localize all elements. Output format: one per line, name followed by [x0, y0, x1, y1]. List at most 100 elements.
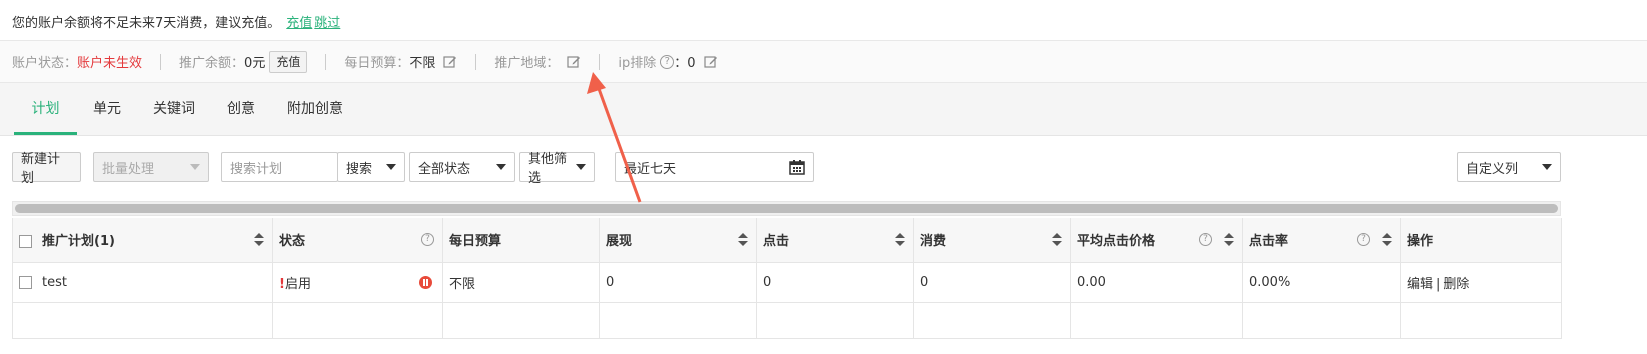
search-button[interactable]: 搜索	[337, 152, 405, 182]
status-filter-label: 全部状态	[418, 161, 471, 177]
sort-icon[interactable]	[1052, 233, 1062, 247]
batch-select[interactable]: 批量处理	[93, 152, 209, 182]
recharge-button[interactable]: 充值	[269, 50, 308, 73]
region-label: 推广地域：	[494, 56, 560, 71]
col-ctr[interactable]: 点击率?	[1242, 218, 1401, 263]
empty-cell	[1400, 302, 1562, 339]
divider	[599, 53, 601, 70]
col-avg-cpc[interactable]: 平均点击价格?	[1070, 218, 1243, 263]
col-clicks-label: 点击	[763, 234, 790, 250]
account-status-value: 账户未生效	[77, 56, 143, 71]
promo-region: 推广地域：	[494, 52, 581, 71]
chevron-down-icon	[576, 164, 586, 170]
chevron-down-icon	[386, 164, 396, 170]
divider	[160, 53, 162, 70]
cell-ctr: 0.00%	[1242, 262, 1401, 303]
chevron-down-icon	[190, 164, 200, 170]
tab-unit[interactable]: 单元	[77, 83, 137, 135]
account-status-label: 账户状态：	[12, 56, 78, 71]
chevron-down-icon	[1542, 164, 1552, 170]
toolbar: 新建计划 批量处理 搜索计划 搜索 全部状态 其他筛选 最近七天 自定义列	[12, 152, 1647, 186]
sort-icon[interactable]	[738, 233, 748, 247]
pause-icon[interactable]	[419, 275, 432, 289]
action-separator: |	[1436, 276, 1441, 292]
cell-clicks: 0	[756, 262, 914, 303]
status-filter-select[interactable]: 全部状态	[409, 152, 515, 182]
notice-text: 您的账户余额将不足未来7天消费，建议充值。	[12, 16, 281, 31]
account-status-bar: 账户状态： 账户未生效 推广余额： 0元 充值 每日预算： 不限 推广地域： i…	[0, 41, 1647, 83]
tab-extra-creative[interactable]: 附加创意	[271, 83, 359, 135]
empty-cell	[1242, 302, 1401, 339]
help-icon[interactable]: ?	[660, 54, 675, 69]
help-icon[interactable]: ?	[1357, 233, 1370, 246]
edit-ip-icon[interactable]	[703, 55, 718, 69]
edit-region-icon[interactable]	[567, 55, 581, 69]
empty-cell	[1070, 302, 1243, 339]
col-cost-label: 消费	[920, 234, 947, 250]
ip-label: ip排除	[618, 56, 657, 71]
batch-label: 批量处理	[102, 161, 155, 177]
edit-budget-icon[interactable]	[443, 55, 457, 69]
custom-columns-select[interactable]: 自定义列	[1457, 152, 1561, 182]
empty-cell	[756, 302, 914, 339]
col-plan[interactable]: 推广计划(1)	[12, 218, 273, 263]
date-range-picker[interactable]: 最近七天	[615, 152, 814, 182]
col-status-label: 状态	[279, 234, 306, 250]
cell-budget: 不限	[442, 262, 600, 303]
col-impressions[interactable]: 展现	[599, 218, 757, 263]
delete-link[interactable]: 删除	[1443, 277, 1469, 292]
tab-plan[interactable]: 计划	[14, 83, 77, 135]
help-icon[interactable]: ?	[1199, 233, 1212, 246]
ip-exclusion: ip排除 ? ：0	[618, 52, 717, 71]
sort-icon[interactable]	[895, 233, 905, 247]
cell-cost: 0	[913, 262, 1071, 303]
sort-icon[interactable]	[1382, 233, 1392, 247]
empty-cell	[442, 302, 600, 339]
notice-recharge-link[interactable]: 充值	[286, 16, 312, 31]
budget-value: 不限	[409, 56, 436, 71]
cell-status: !启用	[272, 262, 443, 303]
other-filter-select[interactable]: 其他筛选	[519, 152, 595, 186]
sort-icon[interactable]	[254, 233, 264, 247]
custom-columns-label: 自定义列	[1466, 161, 1519, 177]
tab-keyword[interactable]: 关键词	[137, 83, 211, 135]
main-tabs: 计划 单元 关键词 创意 附加创意	[0, 83, 1647, 136]
help-icon[interactable]: ?	[421, 233, 434, 246]
col-avg-cpc-label: 平均点击价格	[1077, 234, 1156, 250]
calendar-icon	[789, 160, 805, 175]
balance-notice: 您的账户余额将不足未来7天消费，建议充值。 充值 跳过	[0, 0, 1647, 41]
col-status: 状态?	[272, 218, 443, 263]
row-checkbox[interactable]	[19, 275, 32, 289]
col-clicks[interactable]: 点击	[756, 218, 914, 263]
table-header-row: 推广计划(1) 状态? 每日预算 展现 点击 消费 平均点击价格? 点击率? 操…	[12, 218, 1562, 263]
col-impressions-label: 展现	[606, 234, 633, 250]
sort-icon[interactable]	[1224, 233, 1234, 247]
search-input[interactable]: 搜索计划	[221, 152, 338, 182]
notice-skip-link[interactable]: 跳过	[314, 16, 340, 31]
col-budget: 每日预算	[442, 218, 600, 263]
plan-name[interactable]: test	[42, 275, 67, 290]
promo-balance: 推广余额： 0元 充值	[179, 50, 308, 73]
empty-cell	[12, 302, 273, 339]
divider	[475, 53, 477, 70]
col-cost[interactable]: 消费	[913, 218, 1071, 263]
date-range-label: 最近七天	[624, 161, 677, 177]
col-actions: 操作	[1400, 218, 1562, 263]
table-row: test !启用 不限 0 0 0 0.00 0.00% 编辑 | 删除	[12, 262, 1562, 303]
edit-link[interactable]: 编辑	[1407, 277, 1433, 292]
search-button-label: 搜索	[346, 161, 373, 177]
empty-cell	[272, 302, 443, 339]
select-all-checkbox[interactable]	[19, 235, 32, 249]
balance-value: 0元	[244, 56, 266, 71]
table-row-empty	[12, 302, 1562, 339]
horizontal-scrollbar[interactable]	[12, 201, 1561, 216]
empty-cell	[599, 302, 757, 339]
status-text: 启用	[284, 276, 311, 292]
scrollbar-thumb[interactable]	[15, 204, 1558, 213]
cell-impressions: 0	[599, 262, 757, 303]
tab-creative[interactable]: 创意	[211, 83, 271, 135]
plan-table: 推广计划(1) 状态? 每日预算 展现 点击 消费 平均点击价格? 点击率? 操…	[12, 218, 1562, 339]
new-plan-button[interactable]: 新建计划	[12, 152, 81, 186]
chevron-down-icon	[496, 164, 506, 170]
cell-plan: test	[12, 262, 273, 303]
